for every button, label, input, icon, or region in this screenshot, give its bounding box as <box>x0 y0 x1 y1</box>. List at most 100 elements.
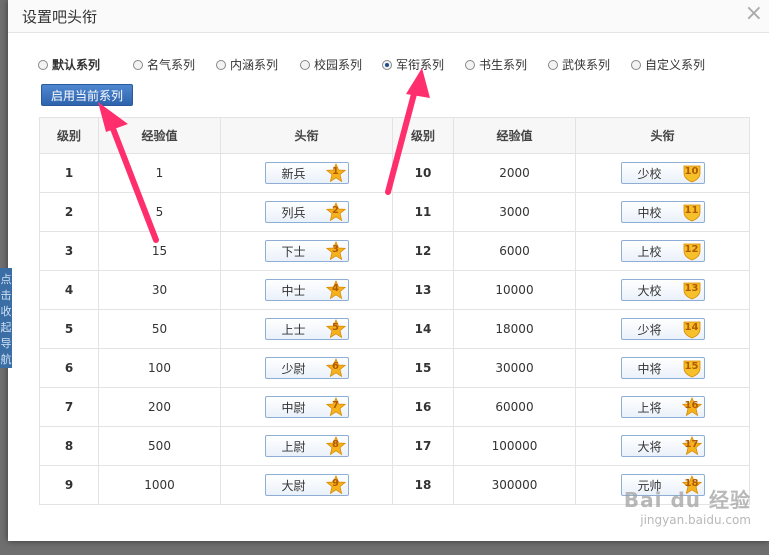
shield-level-icon: 10 <box>682 163 702 183</box>
title-badge-label: 中尉 <box>281 400 306 415</box>
badge-level-number: 8 <box>332 439 339 450</box>
series-radio-label: 书生系列 <box>479 58 528 72</box>
exp-cell: 6000 <box>453 231 576 271</box>
level-cell: 17 <box>392 426 454 466</box>
apply-current-series-button[interactable]: 启用当前系列 <box>41 84 133 106</box>
title-badge[interactable]: 大校 13 <box>620 279 705 301</box>
title-badge-label: 少将 <box>637 322 662 337</box>
series-radio-3[interactable]: 校园系列 <box>300 56 362 73</box>
title-badge-label: 中校 <box>637 205 662 220</box>
series-radio-5[interactable]: 书生系列 <box>465 56 527 73</box>
title-badge[interactable]: 少校 10 <box>620 162 705 184</box>
level-cell: 14 <box>392 309 454 349</box>
level-cell: 2 <box>39 192 99 232</box>
table-header-row: 级别 经验值 头衔 级别 经验值 头衔 <box>39 117 750 154</box>
series-radio-4[interactable]: 军衔系列 <box>382 56 444 73</box>
exp-cell: 30000 <box>453 348 576 388</box>
title-badge-label: 少尉 <box>281 361 306 376</box>
title-badge[interactable]: 上校 12 <box>620 240 705 262</box>
title-badge[interactable]: 大将 17 <box>620 435 705 457</box>
radio-dot-icon[interactable] <box>216 59 226 70</box>
watermark-url: jingyan.baidu.com <box>640 513 751 527</box>
title-badge[interactable]: 少尉 6 <box>264 357 349 379</box>
level-cell: 18 <box>392 465 454 505</box>
table-row: 4 30 中士 4 13 10000 大校 13 <box>39 270 750 310</box>
exp-cell: 200 <box>98 387 221 427</box>
title-cell: 上校 12 <box>575 231 750 271</box>
header-level: 级别 <box>392 117 454 154</box>
series-radio-1[interactable]: 名气系列 <box>133 56 195 73</box>
level-cell: 5 <box>39 309 99 349</box>
exp-cell: 100000 <box>453 426 576 466</box>
title-badge[interactable]: 大尉 9 <box>264 474 349 496</box>
radio-dot-icon[interactable] <box>38 59 48 70</box>
title-cell: 少尉 6 <box>220 348 393 388</box>
level-cell: 15 <box>392 348 454 388</box>
title-badge-label: 上士 <box>281 322 306 337</box>
radio-dot-icon[interactable] <box>631 59 641 70</box>
title-badge[interactable]: 列兵 2 <box>264 201 349 223</box>
title-badge-label: 中士 <box>281 283 306 298</box>
shield-level-icon: 15 <box>682 358 702 378</box>
badge-level-number: 5 <box>332 322 339 333</box>
title-badge[interactable]: 新兵 1 <box>264 162 349 184</box>
table-row: 2 5 列兵 2 11 3000 中校 11 <box>39 192 750 232</box>
shield-level-icon: 11 <box>682 202 702 222</box>
star-level-icon: 8 <box>325 436 346 456</box>
badge-level-number: 15 <box>684 361 699 372</box>
star-level-icon: 9 <box>325 475 346 495</box>
exp-cell: 2000 <box>453 153 576 193</box>
title-badge[interactable]: 中尉 7 <box>264 396 349 418</box>
level-title-table: 级别 经验值 头衔 级别 经验值 头衔 1 1 新兵 1 10 2000 少校 10 2 5 列兵 2… <box>39 117 750 505</box>
title-badge[interactable]: 上士 5 <box>264 318 349 340</box>
close-icon[interactable]: × <box>745 3 763 25</box>
title-badge[interactable]: 少将 14 <box>620 318 705 340</box>
badge-level-number: 6 <box>332 361 339 372</box>
set-bar-title-dialog: 设置吧头衔 × 默认系列 名气系列 内涵系列 校园系列 军衔系列 书生系列 武侠系列 自定义系… <box>8 0 769 541</box>
title-badge[interactable]: 下士 3 <box>264 240 349 262</box>
level-cell: 6 <box>39 348 99 388</box>
title-badge[interactable]: 上尉 8 <box>264 435 349 457</box>
title-cell: 列兵 2 <box>220 192 393 232</box>
series-radio-7[interactable]: 自定义系列 <box>631 56 705 73</box>
star-level-icon: 4 <box>325 280 346 300</box>
badge-level-number: 9 <box>332 478 339 489</box>
series-radio-6[interactable]: 武侠系列 <box>548 56 610 73</box>
radio-dot-icon[interactable] <box>382 59 392 70</box>
radio-dot-icon[interactable] <box>465 59 475 70</box>
series-radio-label: 内涵系列 <box>230 58 279 72</box>
header-level: 级别 <box>39 117 99 154</box>
table-row: 1 1 新兵 1 10 2000 少校 10 <box>39 153 750 193</box>
series-radio-label: 默认系列 <box>52 58 101 72</box>
title-badge-label: 大校 <box>637 283 662 298</box>
title-cell: 大将 17 <box>575 426 750 466</box>
collapse-nav-tab[interactable]: 点击收起导航 <box>0 268 12 368</box>
star-level-icon: 1 <box>325 163 346 183</box>
title-cell: 下士 3 <box>220 231 393 271</box>
table-row: 7 200 中尉 7 16 60000 上将 16 <box>39 387 750 427</box>
badge-level-number: 14 <box>684 322 699 333</box>
exp-cell: 10000 <box>453 270 576 310</box>
level-cell: 3 <box>39 231 99 271</box>
title-badge[interactable]: 中士 4 <box>264 279 349 301</box>
star-level-icon: 7 <box>325 397 346 417</box>
title-badge[interactable]: 中校 11 <box>620 201 705 223</box>
badge-level-number: 12 <box>684 244 699 255</box>
series-radio-0[interactable]: 默认系列 <box>38 56 100 73</box>
exp-cell: 5 <box>98 192 221 232</box>
radio-dot-icon[interactable] <box>133 59 143 70</box>
badge-level-number: 17 <box>684 439 699 450</box>
title-badge-label: 上校 <box>637 244 662 259</box>
title-badge[interactable]: 上将 16 <box>620 396 705 418</box>
exp-cell: 3000 <box>453 192 576 232</box>
series-radio-2[interactable]: 内涵系列 <box>216 56 278 73</box>
badge-level-number: 2 <box>332 205 339 216</box>
watermark: Bai du 经验 jingyan.baidu.com <box>624 484 751 527</box>
star-level-icon: 3 <box>325 241 346 261</box>
title-cell: 中士 4 <box>220 270 393 310</box>
title-badge[interactable]: 中将 15 <box>620 357 705 379</box>
radio-dot-icon[interactable] <box>300 59 310 70</box>
radio-dot-icon[interactable] <box>548 59 558 70</box>
table-row: 5 50 上士 5 14 18000 少将 14 <box>39 309 750 349</box>
series-radio-label: 名气系列 <box>147 58 196 72</box>
